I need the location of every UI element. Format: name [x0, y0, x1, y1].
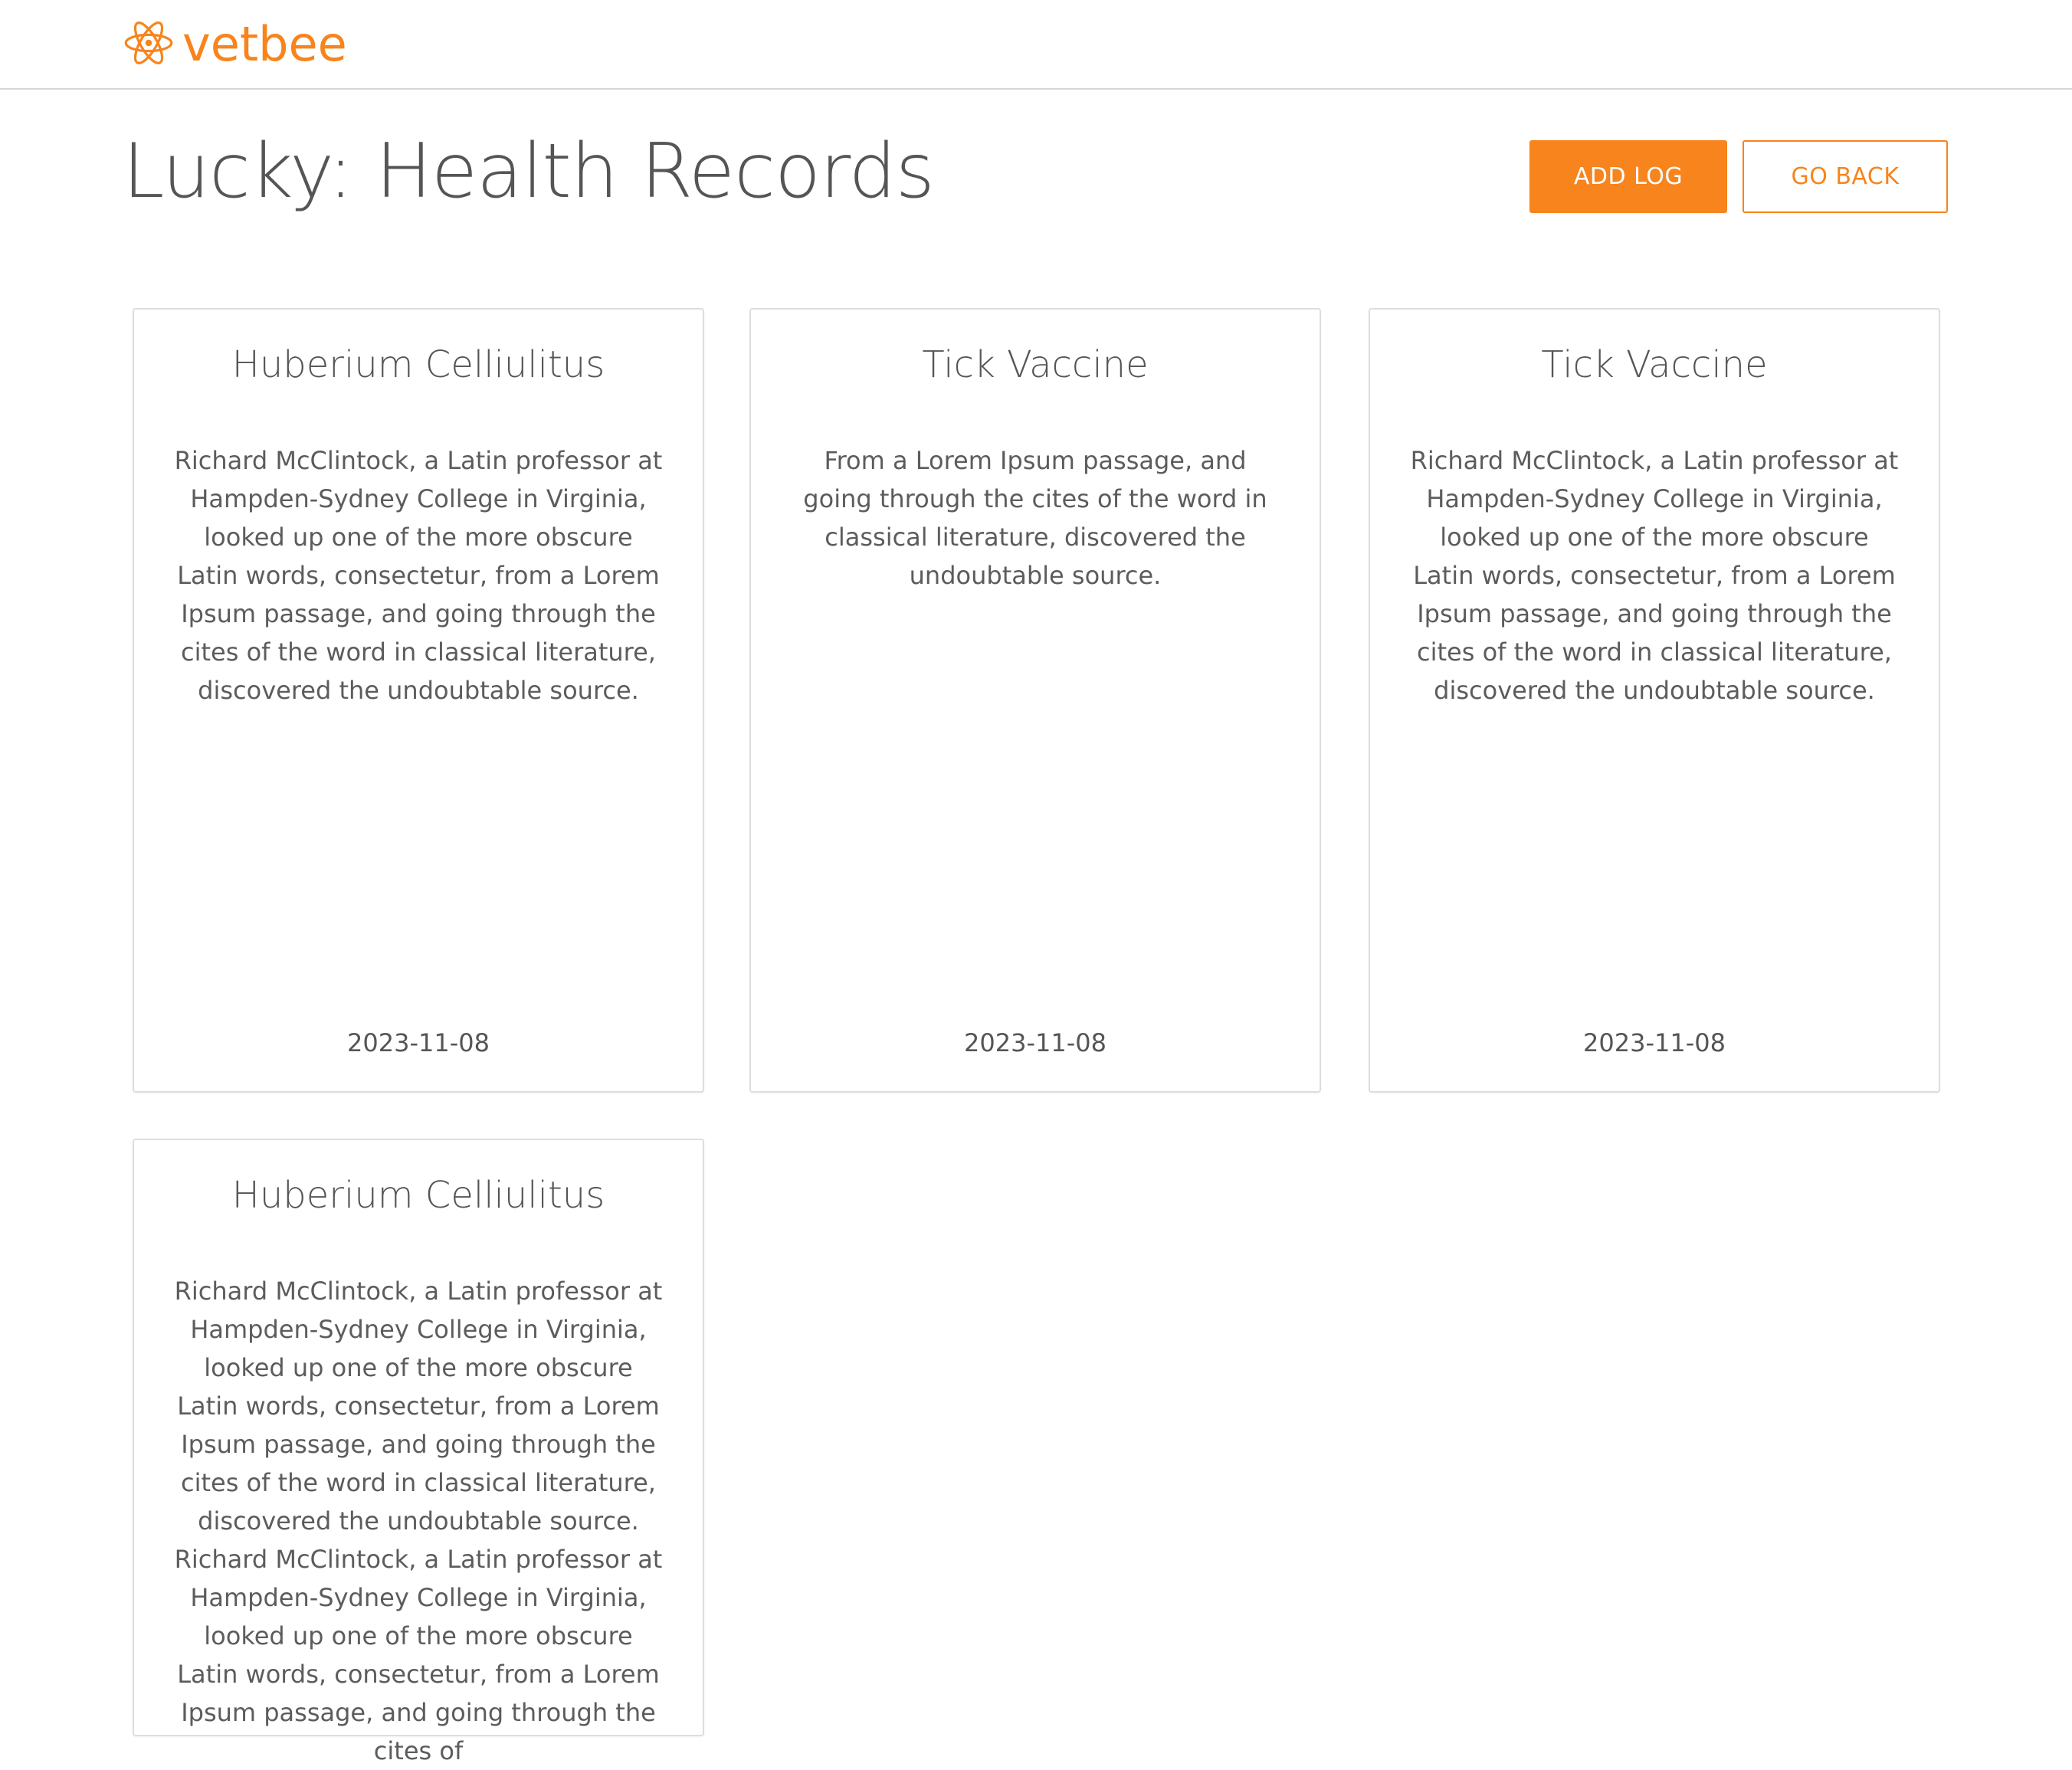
- page-title: Lucky: Health Records: [123, 128, 935, 215]
- add-log-button[interactable]: ADD LOG: [1529, 140, 1727, 213]
- record-description: From a Lorem Ipsum passage, and going th…: [803, 446, 1267, 590]
- record-date: 2023-11-08: [1583, 1028, 1726, 1057]
- record-title: Huberium Celliulitus: [231, 343, 605, 386]
- record-title: Tick Vaccine: [922, 343, 1149, 386]
- record-description: Richard McClintock, a Latin professor at…: [174, 446, 663, 705]
- record-card: Tick Vaccine Richard McClintock, a Latin…: [1369, 308, 1940, 1093]
- record-date: 2023-11-08: [347, 1028, 490, 1057]
- record-description: Richard McClintock, a Latin professor at…: [1410, 446, 1899, 705]
- top-navbar: vetbee: [0, 0, 2072, 90]
- go-back-button[interactable]: GO BACK: [1743, 140, 1948, 213]
- record-title: Huberium Celliulitus: [231, 1174, 605, 1217]
- record-card: Tick Vaccine From a Lorem Ipsum passage,…: [749, 308, 1321, 1093]
- record-title: Tick Vaccine: [1541, 343, 1768, 386]
- brand-name: vetbee: [182, 16, 347, 72]
- atom-paw-icon: [123, 17, 175, 72]
- record-card: Huberium Celliulitus Richard McClintock,…: [133, 308, 704, 1093]
- record-date: 2023-11-08: [964, 1028, 1106, 1057]
- record-card: Huberium Celliulitus Richard McClintock,…: [133, 1139, 704, 1765]
- brand-logo[interactable]: vetbee: [123, 17, 347, 72]
- record-description: Richard McClintock, a Latin professor at…: [174, 1277, 663, 1765]
